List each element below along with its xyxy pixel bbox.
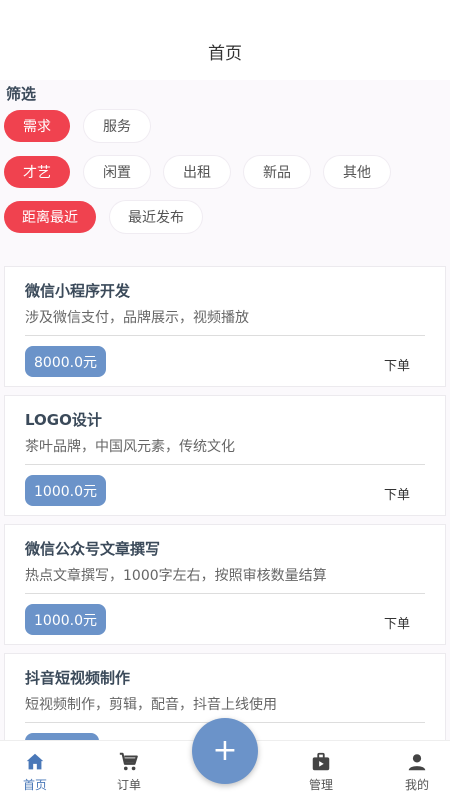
tab-home-label: 首页 <box>22 778 47 792</box>
listing-description: 涉及微信支付，品牌展示，视频播放 <box>25 310 249 326</box>
tab-mine-label: 我的 <box>404 778 429 792</box>
home-icon <box>26 753 44 770</box>
filter-chip-talent[interactable]: 才艺 <box>4 156 70 188</box>
divider <box>25 464 425 465</box>
filter-chip-other[interactable]: 其他 <box>324 156 390 188</box>
price-badge: 8000.0元 <box>25 346 106 377</box>
sort-chip-nearest[interactable]: 距离最近 <box>4 201 96 233</box>
filter-chip-new[interactable]: 新品 <box>244 156 310 188</box>
filter-label: 筛选 <box>6 85 37 103</box>
listing-description: 热点文章撰写，1000字左右，按照审核数量结算 <box>25 568 327 584</box>
price-badge: 1000.0元 <box>25 475 106 506</box>
filter-chip-idle[interactable]: 闲置 <box>84 156 150 188</box>
listing-list: 微信小程序开发 涉及微信支付，品牌展示，视频播放 8000.0元 下单 LOGO… <box>4 266 446 782</box>
tab-manage-label: 管理 <box>308 778 333 792</box>
filter-panel: 筛选 需求 服务 才艺 闲置 出租 新品 其他 距离最近 最近发布 <box>0 80 450 255</box>
order-button[interactable]: 下单 <box>384 484 410 503</box>
listing-title: LOGO设计 <box>25 411 102 429</box>
briefcase-icon <box>312 752 330 771</box>
filter-sort-row: 距离最近 最近发布 <box>4 201 202 233</box>
price-badge: 1000.0元 <box>25 604 106 635</box>
listing-title: 微信小程序开发 <box>25 282 131 300</box>
header: 首页 <box>0 0 450 80</box>
divider <box>25 335 425 336</box>
cart-icon <box>119 752 138 771</box>
order-button[interactable]: 下单 <box>384 613 410 632</box>
divider <box>25 593 425 594</box>
filter-chip-demand[interactable]: 需求 <box>4 110 70 142</box>
listing-title: 微信公众号文章撰写 <box>25 540 161 558</box>
order-button[interactable]: 下单 <box>384 355 410 374</box>
listing-card[interactable]: 微信公众号文章撰写 热点文章撰写，1000字左右，按照审核数量结算 1000.0… <box>4 524 446 645</box>
listing-description: 短视频制作，剪辑，配音，抖音上线使用 <box>25 697 277 713</box>
filter-type-row: 需求 服务 <box>4 110 150 142</box>
plus-icon: + <box>212 733 238 768</box>
tab-manage[interactable]: 管理 <box>286 741 356 800</box>
home-page: 首页 筛选 需求 服务 才艺 闲置 出租 新品 其他 距离最近 最近发布 微信小… <box>0 0 450 800</box>
filter-chip-rent[interactable]: 出租 <box>164 156 230 188</box>
listing-card[interactable]: LOGO设计 茶叶品牌，中国风元素，传统文化 1000.0元 下单 <box>4 395 446 516</box>
listing-title: 抖音短视频制作 <box>25 669 131 687</box>
tab-mine[interactable]: 我的 <box>382 741 450 800</box>
tab-orders-label: 订单 <box>116 778 141 792</box>
filter-category-row: 才艺 闲置 出租 新品 其他 <box>4 156 390 188</box>
person-icon <box>408 754 426 771</box>
add-post-button[interactable]: + <box>192 718 258 784</box>
sort-chip-latest[interactable]: 最近发布 <box>110 201 202 233</box>
tab-orders[interactable]: 订单 <box>94 741 164 800</box>
filter-chip-service[interactable]: 服务 <box>84 110 150 142</box>
listing-card[interactable]: 微信小程序开发 涉及微信支付，品牌展示，视频播放 8000.0元 下单 <box>4 266 446 387</box>
listing-description: 茶叶品牌，中国风元素，传统文化 <box>25 439 235 455</box>
tab-home[interactable]: 首页 <box>0 741 70 800</box>
page-title: 首页 <box>208 44 242 64</box>
